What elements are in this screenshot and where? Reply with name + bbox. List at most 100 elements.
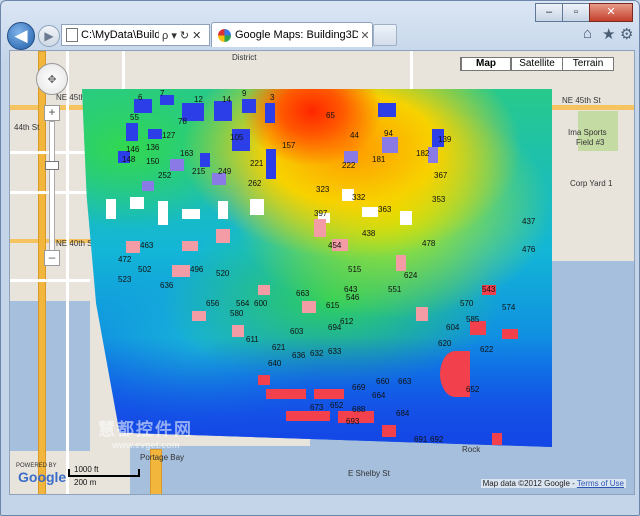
- building-label: 663: [398, 377, 412, 386]
- building-label: 78: [178, 117, 187, 126]
- building-violet: [428, 147, 438, 163]
- map-type-control: Map Satellite Terrain: [460, 57, 614, 71]
- map-type-terrain-button[interactable]: Terrain: [562, 57, 614, 71]
- map-label-portage-bay: Portage Bay: [140, 453, 185, 462]
- building-white: [362, 207, 378, 217]
- building-blue: [200, 153, 210, 167]
- terms-of-use-link[interactable]: Terms of Use: [577, 479, 624, 488]
- map-type-map-button[interactable]: Map: [460, 57, 512, 71]
- zoom-in-button[interactable]: +: [44, 105, 60, 121]
- tab-title: Google Maps: Building3D: [235, 29, 358, 41]
- building-label: 612: [340, 317, 354, 326]
- maximize-button[interactable]: ▫: [562, 3, 590, 22]
- building-blue: [148, 129, 162, 139]
- building-label: 632: [310, 349, 324, 358]
- map-attribution: Map data ©2012 Google - Terms of Use: [480, 479, 626, 488]
- back-button[interactable]: ◀: [7, 22, 35, 50]
- map-label-e-shelby: E Shelby St: [348, 469, 390, 478]
- pan-control[interactable]: ✥: [36, 63, 68, 95]
- building-label: 580: [230, 309, 244, 318]
- building-label: 574: [502, 303, 516, 312]
- scale-tick: [68, 469, 70, 475]
- google-logo[interactable]: Google: [18, 469, 66, 485]
- minimize-button[interactable]: –: [535, 3, 563, 22]
- building-red: [502, 329, 518, 339]
- building-blue: [134, 99, 152, 113]
- building-label: 585: [466, 315, 480, 324]
- building-label: 640: [268, 359, 282, 368]
- building-label: 636: [292, 351, 306, 360]
- building-label: 551: [388, 285, 402, 294]
- home-icon[interactable]: ⌂: [583, 25, 592, 42]
- watermark-url: www.evget.com: [112, 440, 180, 450]
- building-label: 622: [480, 345, 494, 354]
- building-label: 249: [218, 167, 232, 176]
- address-text[interactable]: C:\MyData\Buildin: [81, 29, 159, 41]
- building-label: 437: [522, 217, 536, 226]
- union-bay-water: [550, 261, 634, 451]
- building-label: 615: [326, 301, 340, 310]
- watermark: 慧都控件网 www.evget.com: [98, 415, 193, 450]
- building-label: 669: [352, 383, 366, 392]
- building-pink: [172, 265, 190, 277]
- building-label: 463: [140, 241, 154, 250]
- building-label: 624: [404, 271, 418, 280]
- building-label: 621: [272, 343, 286, 352]
- google-maps-favicon-icon: [218, 28, 231, 42]
- building-red: [314, 389, 344, 399]
- building-label: 688: [352, 405, 366, 414]
- building-label: 252: [158, 171, 172, 180]
- building-label: 523: [118, 275, 132, 284]
- building-label: 136: [146, 143, 160, 152]
- building-label: 150: [146, 157, 160, 166]
- building-label: 543: [482, 285, 496, 294]
- map-type-satellite-button[interactable]: Satellite: [511, 57, 563, 71]
- building-label: 105: [230, 133, 244, 142]
- settings-gear-icon[interactable]: ⚙: [620, 25, 633, 43]
- building-label: 14: [222, 95, 231, 104]
- building-blue: [378, 103, 396, 117]
- building-label: 515: [348, 265, 362, 274]
- zoom-slider-thumb[interactable]: [45, 161, 59, 170]
- address-tools[interactable]: ρ ▾ ↻ ✕: [162, 29, 201, 42]
- building-label: 564: [236, 299, 250, 308]
- tab-close-icon[interactable]: ✕: [358, 29, 372, 42]
- building-label: 663: [296, 289, 310, 298]
- zoom-slider-rail[interactable]: [49, 121, 55, 251]
- address-bar[interactable]: C:\MyData\Buildin ρ ▾ ↻ ✕: [61, 24, 210, 46]
- building-label: 6: [138, 93, 143, 102]
- building-pink: [302, 301, 316, 313]
- map-label-ne-40th: NE 40th St: [56, 239, 95, 248]
- building-white: [250, 199, 264, 215]
- hand-pan-icon: ✥: [47, 73, 57, 86]
- building-label: 94: [384, 129, 393, 138]
- building-label: 611: [246, 335, 259, 344]
- building-label: 664: [372, 391, 386, 400]
- building-pink: [126, 241, 140, 253]
- building-white: [158, 201, 168, 225]
- tab-google-maps[interactable]: Google Maps: Building3D ✕: [211, 22, 373, 47]
- building-label: 496: [190, 265, 204, 274]
- forward-button[interactable]: ▶: [38, 25, 60, 47]
- close-button[interactable]: ✕: [589, 3, 633, 22]
- scale-bar: 1000 ft 200 m: [68, 465, 146, 487]
- zoom-out-button[interactable]: –: [44, 250, 60, 266]
- map-label-district: District: [232, 53, 257, 62]
- building-label: 3: [270, 93, 275, 102]
- building-label: 157: [282, 141, 296, 150]
- building-pink: [258, 285, 270, 295]
- lake-water-west: [10, 301, 90, 451]
- building-label: 353: [432, 195, 446, 204]
- map-label-corp-yard: Corp Yard 1: [570, 179, 613, 188]
- new-tab-button[interactable]: [373, 24, 397, 46]
- building-blue: [214, 101, 232, 121]
- building-violet: [170, 159, 184, 171]
- building-pink: [192, 311, 206, 321]
- favorites-star-icon[interactable]: ★: [602, 25, 615, 43]
- map-viewport[interactable]: District NE 45th St 44th St NE 45th St I…: [9, 50, 635, 495]
- 5th-ave-road: [66, 51, 69, 494]
- building-label: 472: [118, 255, 132, 264]
- map-label-ne-45th-east: NE 45th St: [562, 96, 601, 105]
- scale-tick: [138, 469, 140, 475]
- building-label: 636: [160, 281, 174, 290]
